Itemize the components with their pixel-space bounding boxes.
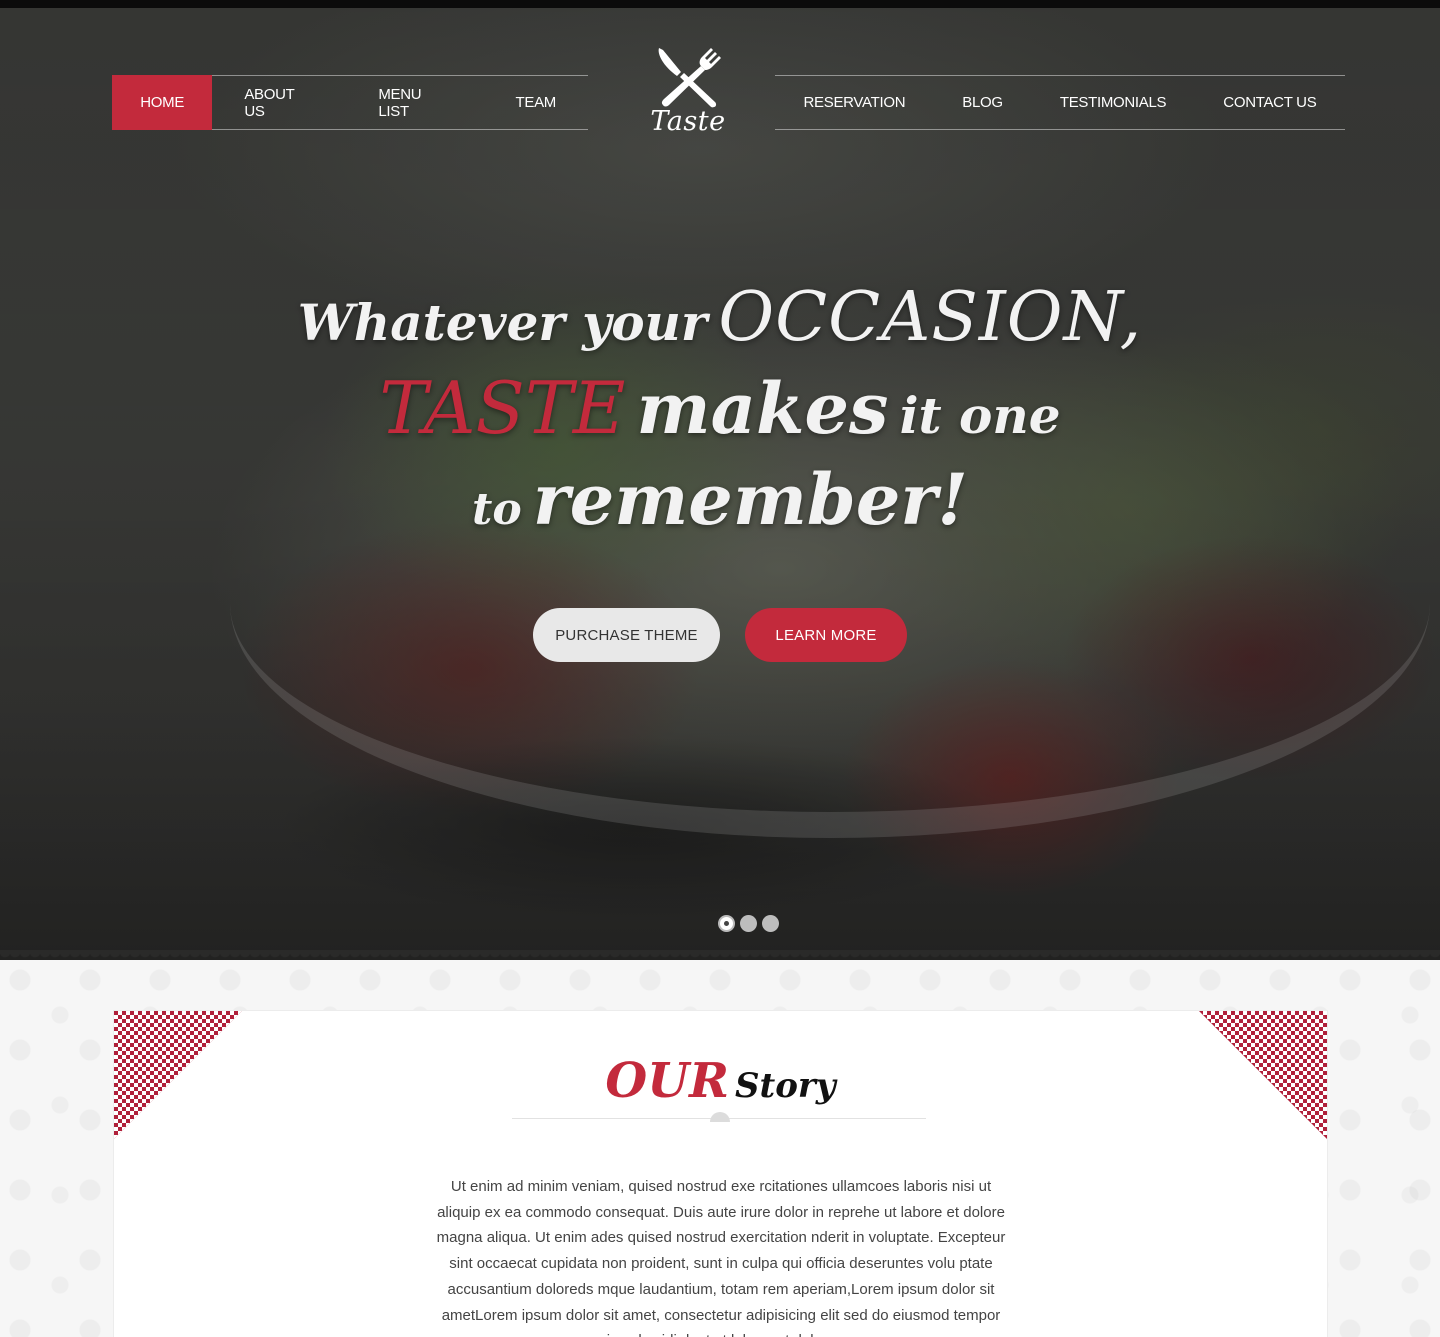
headline-text: Whatever your	[297, 293, 708, 352]
fork-knife-icon	[658, 48, 721, 108]
headline-text: remember!	[532, 458, 968, 541]
section-title-accent: OUR	[605, 1053, 729, 1109]
nav-right: RESERVATION BLOG TESTIMONIALS CONTACT US	[775, 75, 1345, 130]
nav-item-home[interactable]: HOME	[112, 75, 213, 130]
nav-item-menu-list[interactable]: MENU LIST	[346, 76, 483, 129]
slider-dot-2[interactable]	[740, 915, 757, 932]
top-bar	[0, 0, 1440, 8]
headline-line-1: Whatever your OCCASION,	[0, 278, 1440, 366]
headline-line-2: TASTE makes it one	[0, 366, 1440, 458]
nav-left: HOME ABOUT US MENU LIST TEAM	[112, 75, 588, 130]
site-logo[interactable]: Taste	[650, 44, 726, 144]
section-title: OUR Story	[114, 1053, 1327, 1109]
story-card: OUR Story Ut enim ad minim veniam, quised…	[113, 1010, 1328, 1337]
hero-slider: HOME ABOUT US MENU LIST TEAM Taste RESER…	[0, 8, 1440, 960]
slider-dot-1[interactable]	[718, 915, 735, 932]
scalloped-edge	[0, 950, 1440, 962]
hero-headline: Whatever your OCCASION, TASTE makes it o…	[0, 278, 1440, 548]
nav-item-reservation[interactable]: RESERVATION	[796, 76, 914, 129]
story-paragraph: Ut enim ad minim veniam, quised nostrud …	[436, 1178, 1006, 1337]
title-divider-ornament	[710, 1112, 730, 1122]
headline-line-3: to remember!	[0, 458, 1440, 548]
nav-item-testimonials[interactable]: TESTIMONIALS	[1052, 76, 1174, 129]
nav-item-team[interactable]: TEAM	[484, 76, 588, 129]
slider-pagination	[718, 915, 779, 932]
headline-emphasis: OCCASION,	[718, 278, 1143, 357]
headline-brand: TASTE	[379, 366, 626, 450]
slider-dot-3[interactable]	[762, 915, 779, 932]
section-title-text: Story	[734, 1066, 836, 1106]
our-story-section: OUR Story Ut enim ad minim veniam, quised…	[0, 960, 1440, 1337]
nav-item-about-us[interactable]: ABOUT US	[212, 76, 346, 129]
nav-item-contact-us[interactable]: CONTACT US	[1215, 76, 1324, 129]
headline-text: to	[472, 484, 522, 535]
nav-item-blog[interactable]: BLOG	[954, 76, 1010, 129]
headline-text: it one	[899, 386, 1061, 445]
logo-text: Taste	[650, 106, 726, 137]
headline-text: makes	[636, 367, 889, 450]
learn-more-button[interactable]: LEARN MORE	[745, 608, 907, 662]
purchase-theme-button[interactable]: PURCHASE THEME	[533, 608, 720, 662]
